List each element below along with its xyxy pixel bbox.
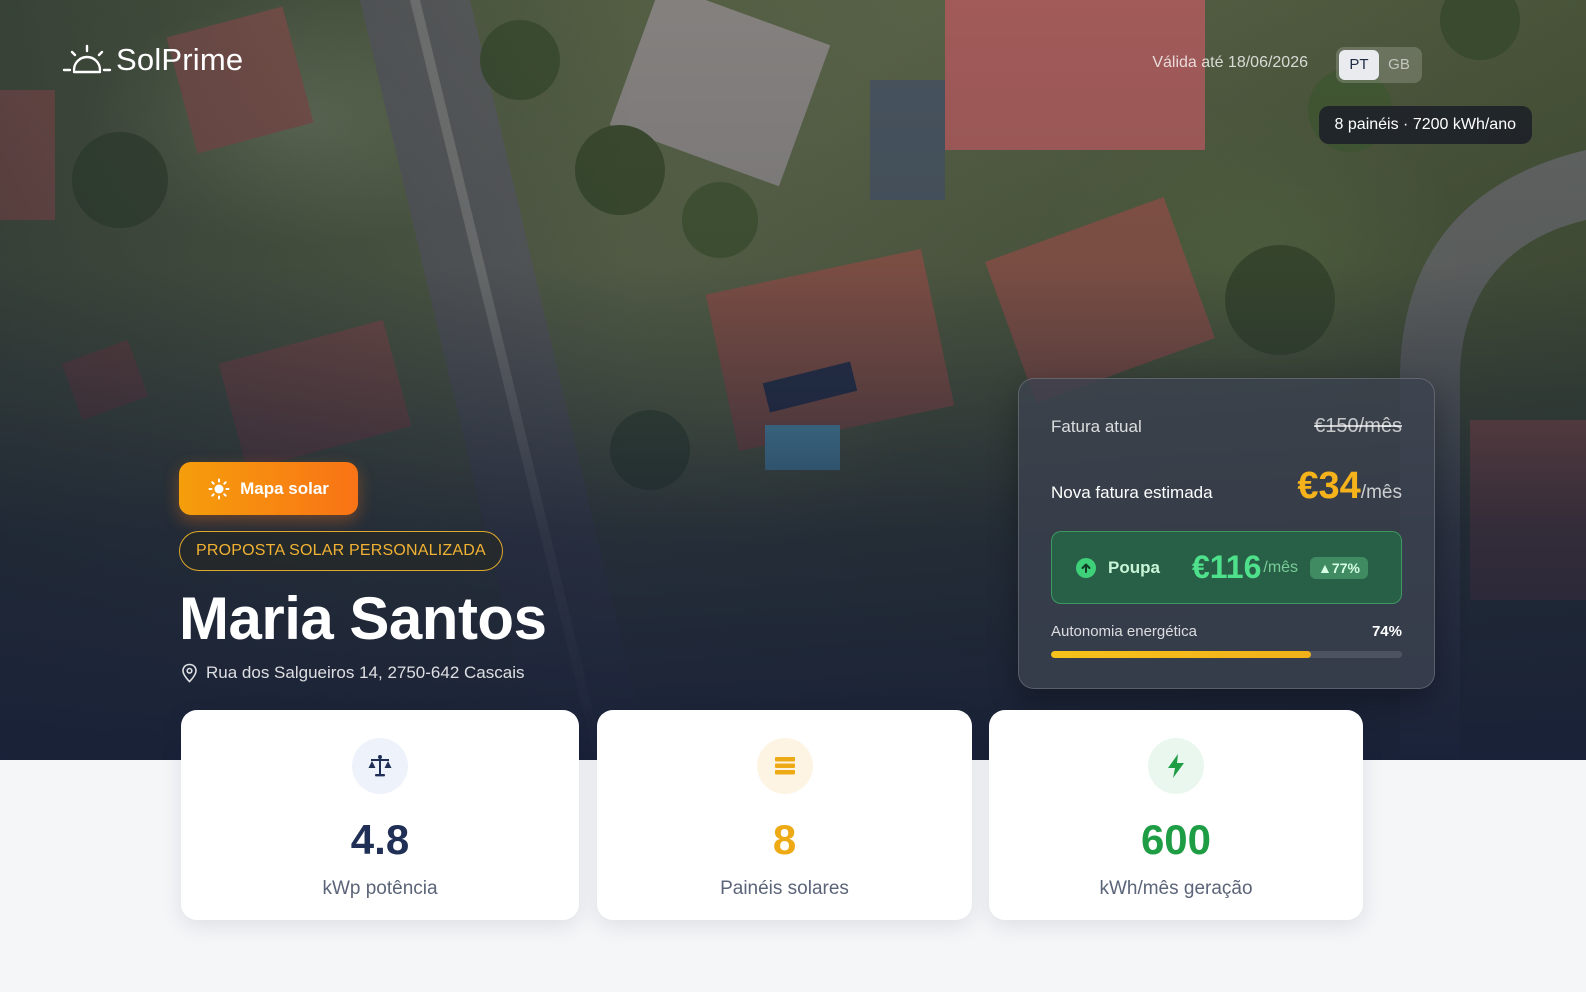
lightning-icon: [1148, 738, 1204, 794]
client-address: Rua dos Salgueiros 14, 2750-642 Cascais: [181, 663, 524, 683]
sun-horizon-icon: [62, 44, 112, 74]
panels-value: 8: [772, 816, 797, 863]
power-value: 4.8: [350, 816, 410, 863]
solar-map-label: Mapa solar: [240, 478, 329, 498]
current-bill-row: Fatura atual €150/mês: [1051, 415, 1402, 438]
autonomy-progress-bar: [1051, 651, 1402, 658]
savings-value: €116: [1191, 549, 1262, 585]
scale-icon: [352, 738, 408, 794]
solar-panel-icon: [756, 738, 813, 794]
power-label: kWp potência: [322, 878, 438, 899]
autonomy-value: 74%: [1371, 623, 1402, 640]
stat-card-generation: 600 kWh/mês geração: [989, 710, 1363, 920]
validity-date: Válida até 18/06/2026: [1152, 54, 1308, 71]
savings-percent-badge: ▲77%: [1310, 556, 1368, 579]
language-gb[interactable]: GB: [1379, 50, 1419, 80]
panels-label: Painéis solares: [720, 878, 849, 899]
autonomy-label: Autonomia energética: [1051, 623, 1197, 640]
generation-label: kWh/mês geração: [1099, 878, 1253, 899]
savings-unit: /mês: [1263, 558, 1299, 576]
stat-card-power: 4.8 kWp potência: [181, 710, 579, 920]
autonomy-row: Autonomia energética 74%: [1051, 623, 1402, 640]
autonomy-progress-fill: [1051, 651, 1311, 658]
brand-name: SolPrime: [116, 42, 244, 77]
savings-card: Fatura atual €150/mês Nova fatura estima…: [1018, 378, 1435, 689]
location-pin-icon: [182, 663, 197, 683]
brand-logo[interactable]: SolPrime: [62, 42, 243, 78]
current-bill-value: €150/mês: [1314, 415, 1402, 437]
new-bill-unit: /mês: [1360, 482, 1402, 503]
system-summary-badge: 8 painéis · 7200 kWh/ano: [1318, 106, 1532, 144]
new-bill-row: Nova fatura estimada €34/mês: [1051, 465, 1402, 508]
new-bill-label: Nova fatura estimada: [1051, 483, 1213, 502]
language-switcher: PT GB: [1336, 47, 1422, 83]
generation-value: 600: [1140, 816, 1212, 863]
sun-icon: [208, 478, 230, 499]
new-bill-value: €34: [1297, 465, 1361, 507]
language-pt[interactable]: PT: [1339, 50, 1379, 80]
savings-label: Poupa: [1108, 557, 1160, 577]
solar-map-button[interactable]: Mapa solar: [179, 462, 358, 515]
arrow-up-circle-icon: [1076, 557, 1096, 578]
current-bill-label: Fatura atual: [1051, 417, 1142, 436]
stat-card-panels: 8 Painéis solares: [597, 710, 972, 920]
savings-highlight: Poupa €116 /mês ▲77%: [1051, 531, 1402, 604]
client-name: Maria Santos: [179, 585, 547, 652]
proposal-tag: PROPOSTA SOLAR PERSONALIZADA: [179, 531, 503, 571]
address-text: Rua dos Salgueiros 14, 2750-642 Cascais: [206, 663, 525, 682]
